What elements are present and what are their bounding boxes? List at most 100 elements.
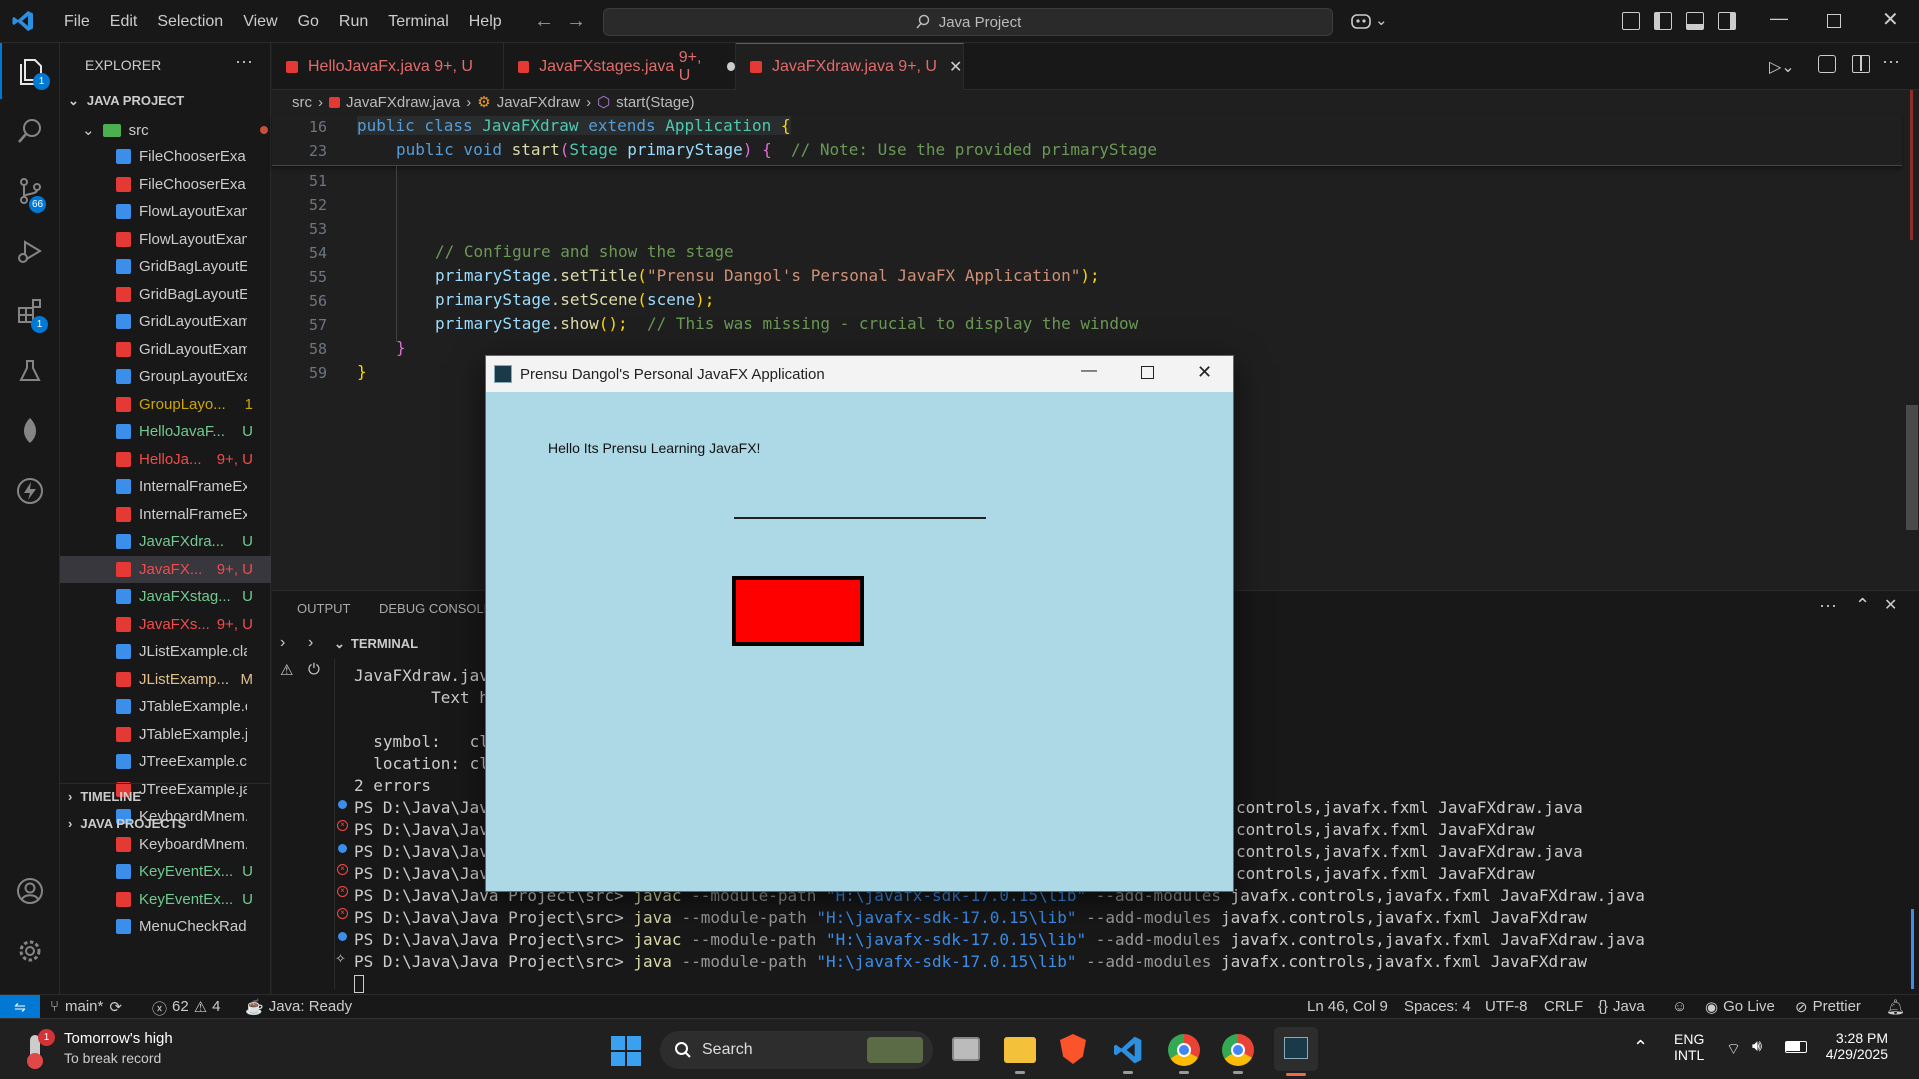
more-actions-icon[interactable]: ··· [235, 51, 253, 72]
file-item[interactable]: JListExamp... M [60, 666, 271, 693]
tab-debug-console[interactable]: DEBUG CONSOLE [379, 601, 492, 616]
forward-arrow-icon[interactable]: → [566, 10, 586, 33]
javafx-maximize-icon[interactable] [1141, 366, 1154, 379]
file-item[interactable]: HelloJavaF... U [60, 418, 271, 445]
src-folder[interactable]: ⌄ src [82, 119, 271, 141]
source-control-activity[interactable]: 66 [0, 163, 60, 219]
minimize-window-icon[interactable]: — [1770, 8, 1788, 29]
file-item[interactable]: InternalFrameEx... [60, 501, 271, 528]
weather-widget-icon[interactable]: 1 [22, 1029, 56, 1069]
file-item[interactable]: GridBagLayoutE... [60, 253, 271, 280]
chrome-profile-icon[interactable] [1222, 1034, 1254, 1066]
run-debug-activity[interactable] [0, 223, 60, 279]
terminal-header[interactable]: ⌄ TERMINAL [334, 636, 418, 652]
menu-selection[interactable]: Selection [147, 0, 233, 43]
timeline-section[interactable]: › TIMELINE [68, 789, 141, 804]
file-item[interactable]: JavaFX... 9+, U [60, 555, 271, 583]
breadcrumb-method[interactable]: start(Stage) [616, 94, 694, 111]
more-editor-actions-icon[interactable]: ··· [1882, 51, 1900, 72]
vscode-taskbar-icon[interactable] [1112, 1034, 1144, 1066]
mongodb-activity[interactable] [0, 403, 60, 459]
warning-icon[interactable]: ⚠ [280, 661, 293, 679]
brave-browser-icon[interactable] [1060, 1034, 1086, 1064]
file-item[interactable]: KeyEventEx... U [60, 886, 271, 913]
encoding[interactable]: UTF-8 [1485, 998, 1528, 1015]
file-item[interactable]: JavaFXstag... U [60, 583, 271, 610]
tab-hellojavafx[interactable]: HelloJavaFx.java 9+, U [272, 43, 504, 90]
cursor-position[interactable]: Ln 46, Col 9 [1307, 998, 1388, 1015]
clock[interactable]: 3:28 PM 4/29/2025 [1808, 1030, 1888, 1062]
go-live[interactable]: ◉ Go Live [1705, 998, 1775, 1016]
editor-scrollbar[interactable] [1904, 90, 1919, 590]
file-item[interactable]: JTreeExample.cla... [60, 748, 271, 775]
menu-file[interactable]: File [54, 0, 100, 43]
panel-more-icon[interactable]: ··· [1819, 595, 1837, 616]
file-item[interactable]: GroupLayoutExa... [60, 363, 271, 390]
tab-output[interactable]: OUTPUT [297, 601, 350, 616]
terminal-cursor[interactable] [354, 975, 364, 993]
file-item[interactable]: JTableExample.cl... [60, 693, 271, 720]
javafx-title-bar[interactable]: Prensu Dangol's Personal JavaFX Applicat… [486, 356, 1233, 392]
remote-icon[interactable]: ⇋ [0, 995, 40, 1019]
split-editor-icon[interactable] [1852, 55, 1870, 73]
tab-javafxdraw[interactable]: JavaFXdraw.java 9+, U ✕ [736, 43, 964, 90]
file-item[interactable]: GridLayoutExam... [60, 336, 271, 363]
file-item[interactable]: InternalFrameEx... [60, 473, 271, 500]
expand-chevron-icon[interactable]: › [280, 634, 285, 652]
menu-edit[interactable]: Edit [100, 0, 148, 43]
menu-run[interactable]: Run [329, 0, 378, 43]
toggle-primary-sidebar-icon[interactable] [1654, 12, 1672, 30]
file-item[interactable]: GridBagLayoutE... [60, 281, 271, 308]
prettier[interactable]: ⊘ Prettier [1795, 998, 1861, 1016]
language-indicator[interactable]: ENG INTL [1674, 1031, 1704, 1063]
menu-help[interactable]: Help [459, 0, 512, 43]
compare-icon[interactable] [1818, 55, 1836, 73]
extensions-activity[interactable]: 1 [0, 283, 60, 339]
show-hidden-icons-icon[interactable]: ⌃ [1633, 1037, 1648, 1058]
maximize-panel-icon[interactable]: ⌃ [1855, 595, 1870, 616]
restore-window-icon[interactable] [1827, 14, 1841, 28]
terminal-scrollbar[interactable] [1905, 659, 1919, 989]
explorer-activity[interactable]: 1 [0, 43, 60, 99]
project-header[interactable]: ⌄ JAVA PROJECT [68, 93, 184, 109]
branch-status[interactable]: ⑂ main* ⟳ [50, 998, 122, 1016]
problems-status[interactable]: ⓧ 62 ⚠ 4 [152, 998, 221, 1019]
settings-activity[interactable] [0, 923, 60, 979]
file-item[interactable]: MenuCheckRadi... [60, 913, 271, 940]
testing-activity[interactable] [0, 343, 60, 399]
javafx-minimize-icon[interactable]: — [1081, 362, 1097, 380]
breadcrumb-src[interactable]: src [292, 94, 312, 111]
weather-subtitle[interactable]: To break record [64, 1050, 161, 1066]
line-ending[interactable]: CRLF [1544, 998, 1583, 1015]
chrome-icon[interactable] [1168, 1034, 1200, 1066]
file-item[interactable]: JavaFXdra... U [60, 528, 271, 555]
file-item[interactable]: FileChooserExa... [60, 143, 271, 170]
bell-icon[interactable]: 🔔︎ [1886, 998, 1905, 1016]
java-status[interactable]: ☕ Java: Ready [245, 998, 352, 1016]
copilot-icon[interactable]: ⌄ [1350, 11, 1388, 33]
thunder-activity[interactable] [0, 463, 60, 519]
file-item[interactable]: FlowLayoutExam... [60, 226, 271, 253]
taskbar-search[interactable]: Search [660, 1031, 933, 1069]
file-explorer-icon[interactable] [1004, 1037, 1036, 1063]
java-app-taskbar-icon[interactable] [1274, 1027, 1318, 1071]
menu-go[interactable]: Go [288, 0, 329, 43]
file-item[interactable]: JavaFXs... 9+, U [60, 611, 271, 638]
chevron-right-icon[interactable]: › [308, 634, 313, 652]
indentation[interactable]: Spaces: 4 [1404, 998, 1471, 1015]
customize-layout-icon[interactable] [1622, 12, 1640, 30]
file-item[interactable]: KeyboardMnem... [60, 831, 271, 858]
close-panel-icon[interactable]: ✕ [1884, 595, 1897, 615]
search-activity[interactable] [0, 103, 60, 159]
task-view-icon[interactable] [952, 1037, 980, 1061]
toggle-panel-icon[interactable] [1686, 12, 1704, 30]
close-tab-icon[interactable]: ✕ [949, 57, 962, 77]
breadcrumb-file[interactable]: JavaFXdraw.java [346, 94, 460, 111]
file-item[interactable]: GridLayoutExam... [60, 308, 271, 335]
file-item[interactable]: JListExample.class [60, 638, 271, 665]
file-item[interactable]: FlowLayoutExam... [60, 198, 271, 225]
copilot-status-icon[interactable]: ☺ [1672, 998, 1687, 1015]
wifi-icon[interactable]: ⌔ [1726, 1039, 1741, 1059]
run-icon[interactable]: ▷⌄ [1769, 57, 1795, 77]
battery-icon[interactable] [1785, 1041, 1807, 1053]
